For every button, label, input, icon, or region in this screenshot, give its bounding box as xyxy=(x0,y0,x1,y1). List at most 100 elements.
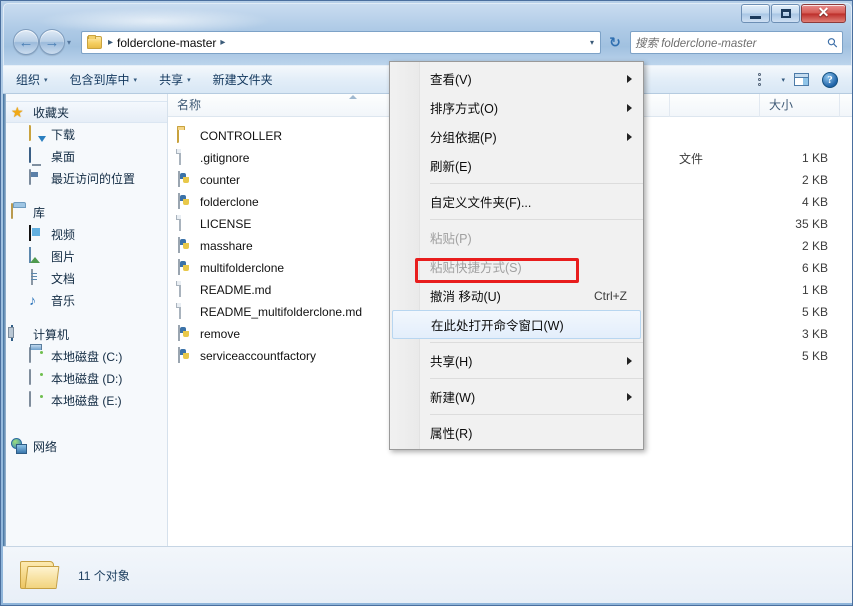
menu-item[interactable]: 新建(W) xyxy=(390,382,643,411)
sidebar-label-libraries: 库 xyxy=(33,205,46,220)
menu-item[interactable]: 查看(V) xyxy=(390,64,643,93)
python-icon xyxy=(177,193,193,210)
help-button[interactable]: ? xyxy=(817,69,843,91)
file-name-label: README_multifolderclone.md xyxy=(200,305,363,319)
breadcrumb-folderclone-master[interactable]: folderclone-master xyxy=(117,36,216,50)
sidebar-item-recent-places[interactable]: 最近访问的位置 xyxy=(3,167,167,189)
menu-item-label: 粘贴(P) xyxy=(430,232,472,246)
sidebar-item-local-disk-e[interactable]: 本地磁盘 (E:) xyxy=(3,389,167,411)
file-size-cell: 2 KB xyxy=(801,239,828,253)
navigation-bar: ← → ▾ ▸ folderclone-master ▸ ▾ ↻ 搜索 fold… xyxy=(3,29,852,59)
navigation-pane-scroll-edge[interactable] xyxy=(3,94,6,546)
back-arrow-icon: ← xyxy=(18,33,34,51)
new-folder-label: 新建文件夹 xyxy=(212,73,273,87)
chevron-down-icon[interactable]: ▾ xyxy=(781,76,785,84)
breadcrumb-separator-trailing-icon[interactable]: ▸ xyxy=(216,37,229,48)
share-button[interactable]: 共享 ▾ xyxy=(150,69,200,91)
python-icon xyxy=(177,259,193,276)
file-name-label: serviceaccountfactory xyxy=(200,349,317,363)
folder-icon xyxy=(87,35,102,49)
column-header-size[interactable]: 大小 xyxy=(760,94,840,117)
preview-pane-button[interactable] xyxy=(788,69,814,91)
desktop-icon xyxy=(29,147,45,164)
menu-item[interactable]: 排序方式(O) xyxy=(390,93,643,122)
column-header-name-label: 名称 xyxy=(177,97,202,112)
menu-separator xyxy=(430,219,643,220)
menu-item[interactable]: 属性(R) xyxy=(390,418,643,447)
file-icon xyxy=(177,149,193,166)
back-button[interactable]: ← xyxy=(13,29,39,55)
sidebar-label-downloads: 下载 xyxy=(51,127,76,142)
new-folder-button[interactable]: 新建文件夹 xyxy=(204,69,282,91)
include-in-library-button[interactable]: 包含到库中 ▾ xyxy=(61,69,147,91)
menu-item-label: 共享(H) xyxy=(430,355,473,369)
sidebar-item-local-disk-d[interactable]: 本地磁盘 (D:) xyxy=(3,367,167,389)
file-size-cell: 1 KB xyxy=(801,283,828,297)
file-name-label: counter xyxy=(200,173,241,187)
item-count-status: 11 个对象 xyxy=(78,568,130,583)
file-name-label: masshare xyxy=(200,239,253,253)
refresh-button[interactable]: ↻ xyxy=(604,31,626,54)
submenu-arrow-icon xyxy=(627,74,632,83)
file-size-cell: 4 KB xyxy=(801,195,828,209)
menu-item[interactable]: 共享(H) xyxy=(390,346,643,375)
menu-item[interactable]: 分组依据(P) xyxy=(390,122,643,151)
sidebar-item-music[interactable]: ♪ 音乐 xyxy=(3,289,167,311)
column-header-type[interactable] xyxy=(670,94,760,117)
organize-label: 组织 xyxy=(16,73,41,87)
address-dropdown-icon[interactable]: ▾ xyxy=(590,38,598,47)
sidebar-item-downloads[interactable]: 下载 xyxy=(3,123,167,145)
column-header-size-label: 大小 xyxy=(769,97,794,112)
sidebar-item-favorites[interactable]: ★ 收藏夹 xyxy=(3,101,167,123)
maximize-button[interactable] xyxy=(771,4,800,23)
sidebar-item-computer[interactable]: 计算机 xyxy=(3,323,167,345)
file-name-label: LICENSE xyxy=(200,217,252,231)
music-icon: ♪ xyxy=(29,292,36,308)
menu-item: 粘贴(P) xyxy=(390,223,643,252)
menu-item-label: 查看(V) xyxy=(430,73,472,87)
sidebar-label-computer: 计算机 xyxy=(33,327,70,342)
file-icon xyxy=(177,281,193,298)
refresh-icon: ↻ xyxy=(609,34,621,50)
sidebar-item-documents[interactable]: 文档 xyxy=(3,267,167,289)
change-view-button[interactable] xyxy=(752,69,778,91)
file-name-label: .gitignore xyxy=(200,151,250,165)
menu-item-label: 撤消 移动(U) xyxy=(430,290,501,304)
forward-button[interactable]: → xyxy=(39,29,65,55)
star-icon: ★ xyxy=(11,104,24,120)
sidebar-item-videos[interactable]: 视频 xyxy=(3,223,167,245)
sidebar-item-local-disk-c[interactable]: 本地磁盘 (C:) xyxy=(3,345,167,367)
sidebar-item-libraries[interactable]: 库 xyxy=(3,201,167,223)
menu-item[interactable]: 撤消 移动(U) Ctrl+Z xyxy=(390,281,643,310)
help-icon: ? xyxy=(822,71,838,88)
menu-item[interactable]: 在此处打开命令窗口(W) xyxy=(392,310,641,339)
maximize-icon xyxy=(780,9,791,18)
address-bar[interactable]: ▸ folderclone-master ▸ ▾ xyxy=(81,31,601,54)
sidebar-item-desktop[interactable]: 桌面 xyxy=(3,145,167,167)
sidebar-item-pictures[interactable]: 图片 xyxy=(3,245,167,267)
file-icon xyxy=(177,215,193,232)
documents-icon xyxy=(29,269,45,286)
sidebar-item-network[interactable]: 网络 xyxy=(3,435,167,457)
history-dropdown-icon[interactable]: ▾ xyxy=(67,38,71,47)
pictures-icon xyxy=(29,247,45,264)
drive-icon xyxy=(29,369,45,386)
close-button[interactable]: ✕ xyxy=(801,4,846,23)
organize-button[interactable]: 组织 ▾ xyxy=(7,69,57,91)
search-box[interactable]: 搜索 folderclone-master ⚲ xyxy=(630,31,843,54)
recent-places-icon xyxy=(29,169,45,186)
sidebar-label-local-disk-d: 本地磁盘 (D:) xyxy=(51,371,123,386)
menu-item[interactable]: 自定义文件夹(F)... xyxy=(390,187,643,216)
menu-item-label: 在此处打开命令窗口(W) xyxy=(431,319,564,333)
menu-separator xyxy=(430,378,643,379)
chevron-down-icon: ▾ xyxy=(187,76,191,84)
drive-icon xyxy=(29,391,45,408)
menu-item-label: 粘贴快捷方式(S) xyxy=(430,261,522,275)
submenu-arrow-icon xyxy=(627,132,632,141)
menu-item[interactable]: 刷新(E) xyxy=(390,151,643,180)
minimize-button[interactable] xyxy=(741,4,770,23)
menu-item-label: 新建(W) xyxy=(430,391,476,405)
